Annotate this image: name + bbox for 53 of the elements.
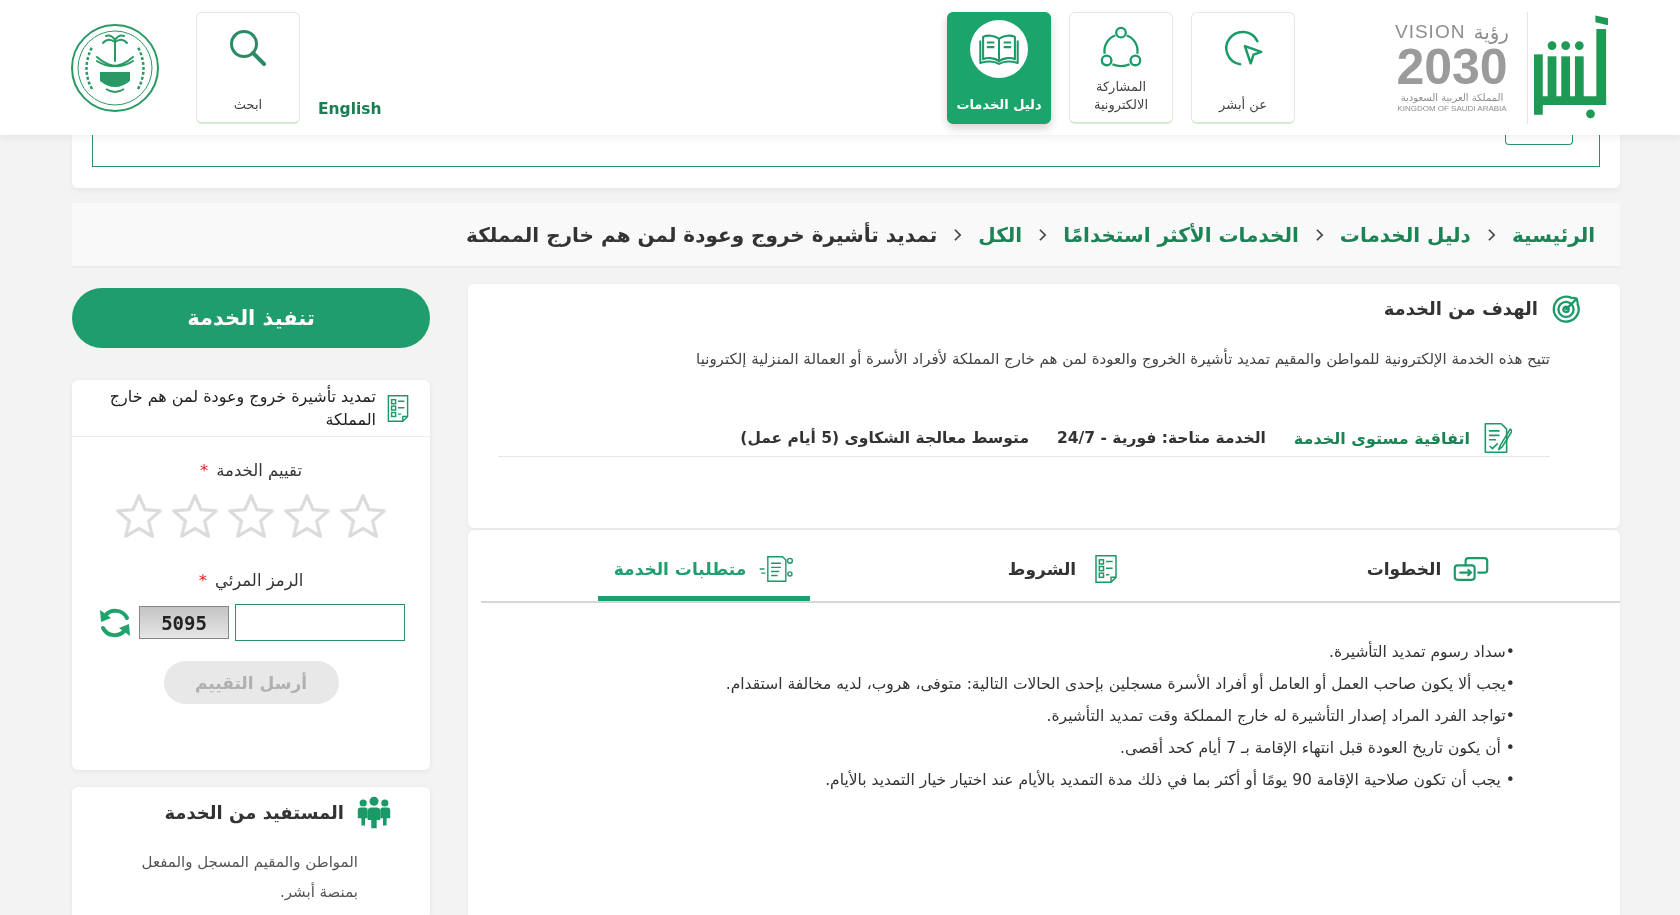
beneficiary-text: المواطن والمقيم المسجل والمفعل بمنصة أبشر.	[140, 852, 358, 903]
people-icon	[356, 795, 392, 829]
requirement-item: • يجب أن تكون صلاحية الإقامة 90 يومًا أو أكثر بما في ذلك مدة التمديد بالأيام عند اختيار خيار التمديد بالأيام.	[824, 768, 1515, 792]
breadcrumb-link[interactable]: الخدمات الأكثر استخدامًا	[1063, 222, 1299, 247]
complaints-text: متوسط معالجة الشكاوى (5 أيام عمل)	[740, 429, 1029, 447]
requirement-item: •سداد رسوم تمديد التأشيرة.	[1328, 640, 1515, 663]
book-icon	[970, 19, 1028, 78]
tab[interactable]: الخطوات	[1322, 530, 1534, 601]
chevron-icon	[1314, 227, 1324, 242]
breadcrumb-link[interactable]: الرئيسية	[1511, 222, 1595, 247]
breadcrumb-link[interactable]: الكل	[978, 222, 1023, 247]
requirement-item: • أن يكون تاريخ العودة قبل انتهاء الإقامة بـ 7 أيام كحد أقصى.	[1119, 736, 1515, 760]
tab[interactable]: الشروط	[960, 530, 1172, 601]
section-title: المستفيد من الخدمة	[164, 801, 344, 823]
nav-button[interactable]: عن أبشر	[1191, 11, 1295, 124]
logo-caption: المملكة العربية السعودية	[1400, 91, 1504, 104]
star-icon[interactable]	[172, 493, 218, 539]
captcha-input[interactable]	[235, 604, 405, 641]
logo-year: 2030	[1396, 43, 1508, 91]
logo-text: رؤية	[1473, 21, 1509, 43]
card-title: تمديد تأشيرة خروج وعودة لمن هم خارج المملكة	[108, 385, 376, 431]
availability-text: الخدمة متاحة: فورية - 24/7	[1057, 429, 1266, 447]
field-label: الرمز المرئي *	[198, 570, 304, 593]
nav-button[interactable]: المشاركة الالكترونية	[1069, 11, 1173, 124]
outlined-box	[1505, 135, 1573, 145]
description-text: تتيح هذه الخدمة الإلكترونية للمواطن والمقيم تمديد تأشيرة الخروج والعودة لمن هم خارج المملكة لأفراد الأسرة أو العمالة المنزلية إلكترونيا	[695, 347, 1550, 371]
star-icon[interactable]	[116, 493, 162, 539]
language-link[interactable]: English	[318, 100, 382, 118]
star-icon[interactable]	[340, 493, 386, 539]
logo-text: VISION	[1395, 21, 1466, 43]
star-icon[interactable]	[228, 493, 274, 539]
checklist-icon	[386, 393, 410, 423]
requirement-item: •يجب ألا يكون صاحب العمل أو العامل أو أفراد الأسرة مسجلين بإحدى الحالات التالية: متوفى، هروب، لديه مخالفة استقدام.	[724, 672, 1515, 696]
logo-caption: KINGDOM OF SAUDI ARABIA	[1397, 104, 1507, 114]
search-icon	[228, 27, 268, 68]
tab[interactable]: متطلبات الخدمة	[598, 530, 810, 601]
breadcrumb-link[interactable]: دليل الخدمات	[1339, 222, 1471, 247]
chevron-icon	[1038, 227, 1048, 242]
search-button[interactable]: ابحث	[196, 11, 300, 124]
chevron-icon	[1486, 227, 1496, 242]
linked-cards-icon	[1453, 554, 1490, 584]
document-gear-icon	[758, 554, 795, 584]
nav-button[interactable]: دليل الخدمات	[947, 11, 1051, 124]
chevron-icon	[953, 227, 963, 242]
star-icon[interactable]	[284, 493, 330, 539]
sla-link[interactable]: اتفاقية مستوى الخدمة	[1293, 428, 1470, 448]
captcha-image: 5095	[139, 606, 229, 639]
requirement-item: •تواجد الفرد المراد إصدار التأشيرة له خارج المملكة وقت تمديد التأشيرة.	[1045, 704, 1515, 728]
field-label: تقييم الخدمة *	[200, 460, 302, 482]
breadcrumb-current: تمديد تأشيرة خروج وعودة لمن هم خارج المملكة	[466, 222, 938, 247]
section-title: الهدف من الخدمة	[1383, 298, 1538, 319]
star-rating[interactable]	[116, 493, 386, 539]
execute-service-button[interactable]: تنفيذ الخدمة	[72, 288, 430, 348]
